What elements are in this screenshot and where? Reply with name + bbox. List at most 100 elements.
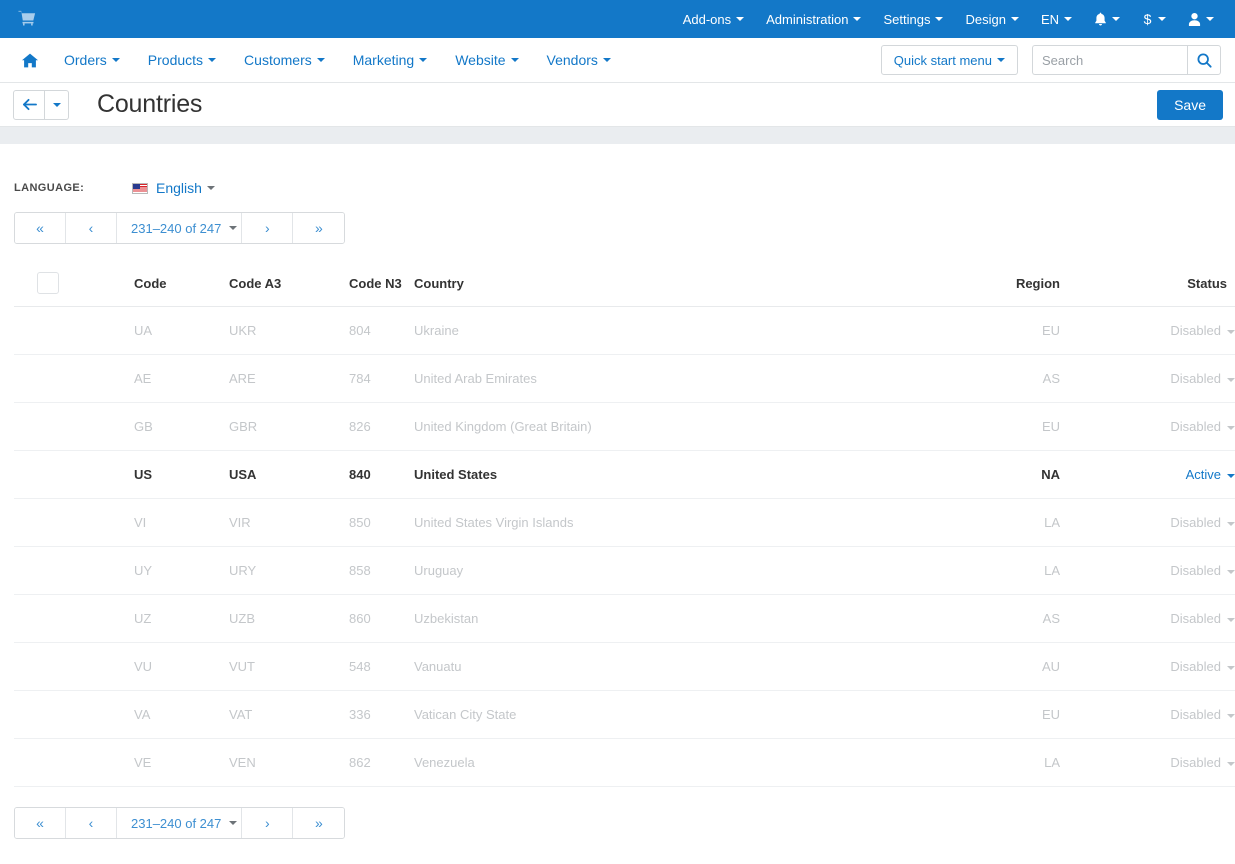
- status-dropdown[interactable]: Active: [1186, 467, 1235, 482]
- nav-item-products[interactable]: Products: [134, 38, 230, 83]
- language-selector[interactable]: English: [132, 180, 215, 196]
- chevron-down-icon: [1227, 521, 1235, 526]
- status-label: Disabled: [1170, 323, 1221, 338]
- status-dropdown[interactable]: Disabled: [1170, 515, 1235, 530]
- table-row[interactable]: AE ARE 784 United Arab Emirates AS Disabled: [14, 354, 1235, 403]
- chevron-down-icon: [1227, 329, 1235, 334]
- nav-item-orders[interactable]: Orders: [50, 38, 134, 83]
- cell-status: Disabled: [1060, 402, 1235, 451]
- cell-code-n3: 858: [349, 546, 414, 595]
- column-header-code-n3[interactable]: Code N3: [349, 262, 414, 307]
- cell-code: AE: [134, 354, 229, 403]
- pagination-next-button[interactable]: ›: [242, 808, 294, 838]
- top-toolbar-right: Add-ons Administration Settings Design E…: [672, 0, 1225, 38]
- status-label: Disabled: [1170, 611, 1221, 626]
- top-menu-addons[interactable]: Add-ons: [672, 0, 755, 38]
- cell-code-n3: 784: [349, 354, 414, 403]
- nav-item-home[interactable]: [10, 38, 50, 83]
- column-header-code-a3[interactable]: Code A3: [229, 262, 349, 307]
- chevron-down-icon: [206, 186, 215, 190]
- chevron-down-icon: [1112, 17, 1120, 21]
- chevron-down-icon: [229, 821, 238, 825]
- notifications-menu[interactable]: [1083, 0, 1131, 38]
- pagination-last-button[interactable]: »: [293, 808, 345, 838]
- pagination-last-button[interactable]: »: [293, 213, 345, 243]
- status-dropdown[interactable]: Disabled: [1170, 563, 1235, 578]
- chevron-down-icon: [229, 226, 238, 230]
- top-menu-settings[interactable]: Settings: [872, 0, 954, 38]
- chevron-down-icon: [1227, 713, 1235, 718]
- nav-item-website[interactable]: Website: [441, 38, 532, 83]
- page-header: Countries Save: [0, 83, 1235, 126]
- shopping-cart-icon[interactable]: [14, 6, 40, 32]
- dollar-icon: $: [1142, 12, 1153, 27]
- pagination-prev-button[interactable]: ‹: [66, 213, 117, 243]
- quick-start-menu-button[interactable]: Quick start menu: [880, 45, 1018, 75]
- status-dropdown[interactable]: Disabled: [1170, 419, 1235, 434]
- search-input[interactable]: [1032, 45, 1187, 75]
- back-dropdown-button[interactable]: [45, 89, 69, 120]
- page-title: Countries: [97, 90, 203, 118]
- save-button[interactable]: Save: [1157, 89, 1223, 120]
- table-row[interactable]: UZ UZB 860 Uzbekistan AS Disabled: [14, 594, 1235, 643]
- search-box: [1032, 45, 1221, 75]
- row-checkbox-cell: [14, 306, 134, 355]
- pagination-top: « ‹ 231–240 of 247 › »: [14, 212, 346, 244]
- nav-item-customers[interactable]: Customers: [230, 38, 339, 83]
- cell-code: UY: [134, 546, 229, 595]
- nav-item-orders-label: Orders: [64, 52, 107, 68]
- table-row[interactable]: UY URY 858 Uruguay LA Disabled: [14, 546, 1235, 595]
- table-row[interactable]: US USA 840 United States NA Active: [14, 450, 1235, 499]
- nav-item-vendors[interactable]: Vendors: [533, 38, 625, 83]
- column-header-code[interactable]: Code: [134, 262, 229, 307]
- top-menu-administration[interactable]: Administration: [755, 0, 872, 38]
- pagination-first-button[interactable]: «: [15, 808, 66, 838]
- chevron-down-icon: [1227, 425, 1235, 430]
- cell-code-n3: 850: [349, 498, 414, 547]
- chevron-down-icon: [935, 17, 944, 21]
- table-row[interactable]: VA VAT 336 Vatican City State EU Disabled: [14, 690, 1235, 739]
- status-dropdown[interactable]: Disabled: [1170, 659, 1235, 674]
- top-menu-design[interactable]: Design: [954, 0, 1029, 38]
- table-row[interactable]: VI VIR 850 United States Virgin Islands LA Di…: [14, 498, 1235, 547]
- column-header-country[interactable]: Country: [414, 262, 955, 307]
- status-dropdown[interactable]: Disabled: [1170, 323, 1235, 338]
- currency-menu[interactable]: $: [1131, 0, 1177, 38]
- status-dropdown[interactable]: Disabled: [1170, 755, 1235, 770]
- top-menu-language[interactable]: EN: [1030, 0, 1083, 38]
- table-row[interactable]: VU VUT 548 Vanuatu AU Disabled: [14, 642, 1235, 691]
- status-dropdown[interactable]: Disabled: [1170, 707, 1235, 722]
- status-dropdown[interactable]: Disabled: [1170, 371, 1235, 386]
- column-header-status[interactable]: Status: [1060, 262, 1235, 307]
- cell-status: Disabled: [1060, 306, 1235, 355]
- nav-item-marketing[interactable]: Marketing: [339, 38, 441, 83]
- language-label: LANGUAGE:: [14, 182, 85, 194]
- status-label: Disabled: [1170, 659, 1221, 674]
- pagination-range-dropdown[interactable]: 231–240 of 247: [117, 808, 243, 838]
- cell-status: Disabled: [1060, 642, 1235, 691]
- pagination-prev-button[interactable]: ‹: [66, 808, 117, 838]
- column-header-region[interactable]: Region: [955, 262, 1060, 307]
- row-checkbox-cell: [14, 594, 134, 643]
- status-label: Disabled: [1170, 515, 1221, 530]
- select-all-checkbox[interactable]: [37, 272, 59, 294]
- pagination-range-dropdown[interactable]: 231–240 of 247: [117, 213, 243, 243]
- table-row[interactable]: VE VEN 862 Venezuela LA Disabled: [14, 738, 1235, 787]
- pagination-next-button[interactable]: ›: [242, 213, 294, 243]
- cell-country: United States Virgin Islands: [414, 498, 955, 547]
- table-row[interactable]: UA UKR 804 Ukraine EU Disabled: [14, 306, 1235, 355]
- back-button[interactable]: [13, 89, 45, 120]
- chevron-down-icon: [208, 58, 217, 62]
- pagination-first-button[interactable]: «: [15, 213, 66, 243]
- table-row[interactable]: GB GBR 826 United Kingdom (Great Britain) EU…: [14, 402, 1235, 451]
- home-icon: [22, 53, 38, 68]
- cell-code-a3: VUT: [229, 642, 349, 691]
- cell-region: EU: [955, 690, 1060, 739]
- language-selected-label: English: [156, 180, 202, 196]
- row-checkbox-cell: [14, 642, 134, 691]
- search-button[interactable]: [1187, 45, 1221, 75]
- status-dropdown[interactable]: Disabled: [1170, 611, 1235, 626]
- top-menu-administration-label: Administration: [766, 11, 849, 27]
- account-menu[interactable]: [1177, 0, 1225, 38]
- chevron-down-icon: [1227, 617, 1235, 622]
